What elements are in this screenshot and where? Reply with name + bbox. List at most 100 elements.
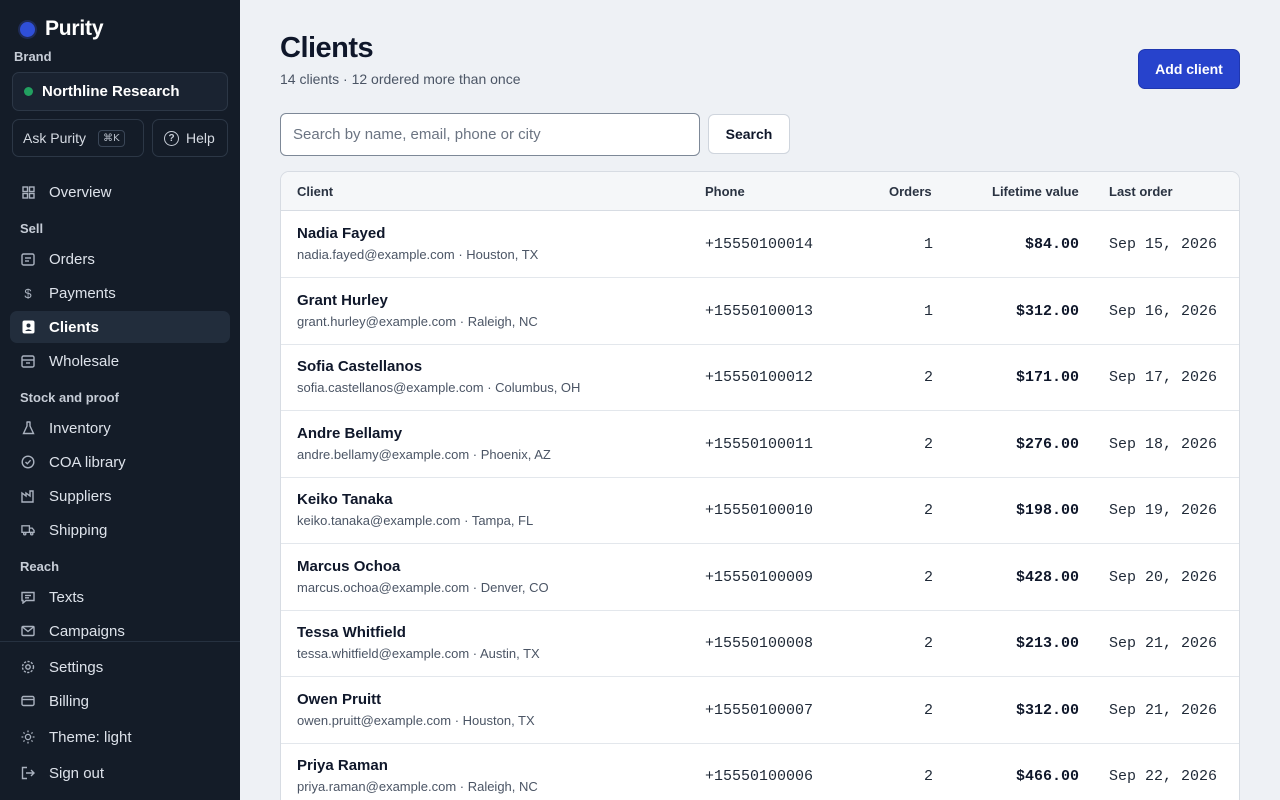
sidebar-item-inventory[interactable]: Inventory <box>10 412 230 444</box>
sidebar-item-campaigns[interactable]: Campaigns <box>10 615 230 647</box>
theme-toggle[interactable]: Theme: light <box>10 721 230 753</box>
ask-purity-button[interactable]: Ask Purity ⌘K <box>12 119 144 157</box>
sign-out-label: Sign out <box>49 764 105 782</box>
sidebar-item-orders[interactable]: Orders <box>10 243 230 275</box>
sidebar-item-clients[interactable]: Clients <box>10 311 230 343</box>
table-row[interactable]: Sofia Castellanos sofia.castellanos@exam… <box>281 344 1239 411</box>
client-meta: andre.bellamy@example.com · Phoenix, AZ <box>297 447 551 462</box>
search-button[interactable]: Search <box>708 114 790 154</box>
sidebar-item-label: Inventory <box>49 419 111 437</box>
sign-out-button[interactable]: Sign out <box>10 757 230 789</box>
column-header-phone[interactable]: Phone <box>705 184 745 199</box>
table-header: Client Phone Orders Lifetime value Last … <box>281 172 1239 211</box>
client-name[interactable]: Marcus Ochoa <box>297 558 400 575</box>
message-icon <box>21 590 35 604</box>
client-last-order: Sep 16, 2026 <box>1109 303 1218 320</box>
clients-table: Client Phone Orders Lifetime value Last … <box>280 171 1240 800</box>
table-row[interactable]: Owen Pruitt owen.pruitt@example.com · Ho… <box>281 677 1239 744</box>
brand-status-icon <box>24 87 33 96</box>
contact-book-icon <box>21 320 35 334</box>
factory-icon <box>21 489 35 503</box>
sidebar-item-label: Wholesale <box>49 352 120 370</box>
brand-switcher[interactable]: Northline Research <box>12 72 228 111</box>
client-name[interactable]: Andre Bellamy <box>297 425 402 442</box>
mail-icon <box>21 624 35 638</box>
sidebar-item-label: Suppliers <box>49 487 112 505</box>
nav-section-reach: Reach <box>20 559 60 574</box>
client-name[interactable]: Grant Hurley <box>297 292 388 309</box>
store-icon <box>21 354 35 368</box>
sidebar-item-suppliers[interactable]: Suppliers <box>10 480 230 512</box>
table-row[interactable]: Grant Hurley grant.hurley@example.com · … <box>281 278 1239 345</box>
client-name[interactable]: Tessa Whitfield <box>297 624 406 641</box>
client-meta: sofia.castellanos@example.com · Columbus… <box>297 380 581 395</box>
sidebar-item-label: Orders <box>49 250 95 268</box>
client-name[interactable]: Sofia Castellanos <box>297 358 422 375</box>
client-phone: +15550100013 <box>705 303 814 320</box>
client-name[interactable]: Keiko Tanaka <box>297 491 393 508</box>
client-orders: 2 <box>923 369 933 386</box>
column-header-orders[interactable]: Orders <box>889 184 932 199</box>
column-header-lifetime-value[interactable]: Lifetime value <box>992 184 1079 199</box>
list-icon <box>21 252 35 266</box>
client-orders: 2 <box>923 702 933 719</box>
table-row[interactable]: Priya Raman priya.raman@example.com · Ra… <box>281 743 1239 800</box>
sidebar: Purity Brand Northline Research Ask Puri… <box>0 0 240 800</box>
client-phone: +15550100006 <box>705 768 814 785</box>
flask-icon <box>21 421 35 435</box>
gear-icon <box>21 660 35 674</box>
table-row[interactable]: Marcus Ochoa marcus.ochoa@example.com · … <box>281 544 1239 611</box>
app-logo[interactable]: Purity <box>20 17 104 41</box>
client-last-order: Sep 19, 2026 <box>1109 502 1218 519</box>
grid-icon <box>21 185 35 199</box>
search-input[interactable] <box>280 113 700 156</box>
client-lifetime-value: $276.00 <box>1015 436 1079 453</box>
credit-card-icon <box>21 694 35 708</box>
help-icon: ? <box>164 130 179 146</box>
sun-icon <box>21 730 35 744</box>
sidebar-divider <box>0 641 240 642</box>
table-row[interactable]: Keiko Tanaka keiko.tanaka@example.com · … <box>281 477 1239 544</box>
client-name[interactable]: Owen Pruitt <box>297 691 381 708</box>
table-row[interactable]: Tessa Whitfield tessa.whitfield@example.… <box>281 610 1239 677</box>
sidebar-item-payments[interactable]: $ Payments <box>10 277 230 309</box>
client-meta: nadia.fayed@example.com · Houston, TX <box>297 247 539 262</box>
dollar-icon: $ <box>24 285 32 301</box>
sidebar-item-billing[interactable]: Billing <box>10 685 230 717</box>
client-lifetime-value: $466.00 <box>1015 768 1079 785</box>
client-meta: priya.raman@example.com · Raleigh, NC <box>297 779 538 794</box>
verified-badge-icon <box>21 455 35 469</box>
sidebar-item-label: Billing <box>49 692 90 710</box>
add-client-button[interactable]: Add client <box>1138 49 1240 89</box>
table-row[interactable]: Andre Bellamy andre.bellamy@example.com … <box>281 411 1239 478</box>
help-label: Help <box>186 130 215 146</box>
theme-label: Theme: light <box>49 728 132 746</box>
sidebar-item-coa-library[interactable]: COA library <box>10 446 230 478</box>
client-phone: +15550100011 <box>705 436 814 453</box>
client-meta: grant.hurley@example.com · Raleigh, NC <box>297 314 538 329</box>
sidebar-item-shipping[interactable]: Shipping <box>10 514 230 546</box>
page-title: Clients <box>280 32 374 64</box>
column-header-last-order[interactable]: Last order <box>1109 184 1173 199</box>
sidebar-item-wholesale[interactable]: Wholesale <box>10 345 230 377</box>
client-last-order: Sep 21, 2026 <box>1109 702 1218 719</box>
client-phone: +15550100014 <box>705 236 814 253</box>
column-header-client[interactable]: Client <box>297 184 333 199</box>
client-last-order: Sep 22, 2026 <box>1109 768 1218 785</box>
table-row[interactable]: Nadia Fayed nadia.fayed@example.com · Ho… <box>281 211 1239 278</box>
sidebar-item-label: COA library <box>49 453 126 471</box>
logo-icon <box>20 21 35 37</box>
sidebar-item-texts[interactable]: Texts <box>10 581 230 613</box>
client-last-order: Sep 17, 2026 <box>1109 369 1218 386</box>
client-name[interactable]: Priya Raman <box>297 757 388 774</box>
client-lifetime-value: $312.00 <box>1015 303 1079 320</box>
client-meta: keiko.tanaka@example.com · Tampa, FL <box>297 513 534 528</box>
sidebar-item-overview[interactable]: Overview <box>10 176 230 208</box>
client-name[interactable]: Nadia Fayed <box>297 225 385 242</box>
sidebar-item-label: Settings <box>49 658 104 676</box>
sidebar-item-settings[interactable]: Settings <box>10 651 230 683</box>
client-phone: +15550100008 <box>705 635 814 652</box>
client-orders: 2 <box>923 436 933 453</box>
client-last-order: Sep 21, 2026 <box>1109 635 1218 652</box>
help-button[interactable]: ? Help <box>152 119 228 157</box>
